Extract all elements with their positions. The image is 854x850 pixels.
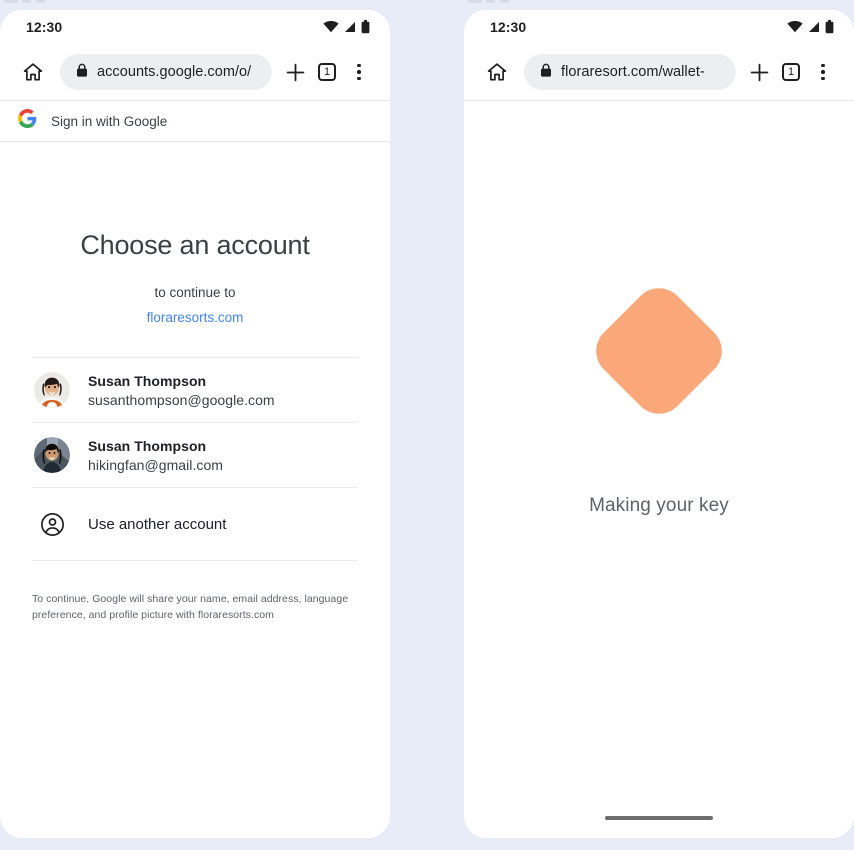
google-signin-label: Sign in with Google <box>51 113 168 129</box>
tab-counter-button[interactable]: 1 <box>312 55 342 89</box>
account-chooser: Choose an account to continue to florare… <box>0 230 390 624</box>
tab-counter-button[interactable]: 1 <box>776 55 806 89</box>
page-title: Choose an account <box>80 230 310 260</box>
account-row-work[interactable]: Susan Thompson susanthompson@google.com <box>32 357 358 423</box>
phone-frame-left: 12:30 accounts.google.com/o/ 1 Sign in w… <box>0 10 390 838</box>
browser-toolbar-left: accounts.google.com/o/ 1 <box>0 44 390 100</box>
lock-icon <box>76 63 88 82</box>
home-indicator <box>605 816 713 820</box>
use-another-account-label: Use another account <box>88 515 227 533</box>
account-text: Susan Thompson susanthompson@google.com <box>88 373 275 408</box>
browser-toolbar-right: floraresort.com/wallet- 1 <box>464 44 854 100</box>
screenshot-stage: 12:30 accounts.google.com/o/ 1 Sign in w… <box>0 0 854 850</box>
key-diamond-graphic <box>585 277 733 425</box>
wallet-status-text: Making your key <box>589 495 729 516</box>
account-list: Susan Thompson susanthompson@google.com <box>32 357 358 561</box>
home-icon[interactable] <box>480 55 514 89</box>
use-another-account-row[interactable]: Use another account <box>32 488 358 561</box>
account-name: Susan Thompson <box>88 372 207 389</box>
account-name: Susan Thompson <box>88 437 207 454</box>
status-bar-left: 12:30 <box>0 10 390 44</box>
status-time: 12:30 <box>26 19 63 35</box>
account-row-personal[interactable]: Susan Thompson hikingfan@gmail.com <box>32 423 358 488</box>
wifi-icon <box>323 21 339 33</box>
status-icons <box>787 20 834 34</box>
omnibox-left[interactable]: accounts.google.com/o/ <box>60 54 272 90</box>
signal-icon <box>808 21 820 33</box>
status-bar-right: 12:30 <box>464 10 854 44</box>
battery-icon <box>825 20 834 34</box>
google-signin-header: Sign in with Google <box>0 100 390 142</box>
status-icons <box>323 20 370 34</box>
signal-icon <box>344 21 356 33</box>
plus-icon[interactable] <box>280 55 310 89</box>
continue-domain: floraresorts.com <box>146 310 244 325</box>
account-email: susanthompson@google.com <box>88 391 275 408</box>
avatar-photo-susan-work <box>34 372 70 408</box>
wallet-key-screen: Making your key <box>464 100 854 838</box>
account-text: Susan Thompson hikingfan@gmail.com <box>88 438 223 473</box>
lock-icon <box>540 63 552 82</box>
tab-count: 1 <box>318 63 336 81</box>
continue-subtitle: to continue to <box>154 285 236 300</box>
cutoff-ghost-strip <box>0 0 854 6</box>
account-circle-icon <box>34 506 70 542</box>
consent-footer: To continue, Google will share your name… <box>32 593 349 622</box>
omnibox-right[interactable]: floraresort.com/wallet- <box>524 54 736 90</box>
url-text: floraresort.com/wallet- <box>561 64 705 80</box>
more-vertical-icon[interactable] <box>344 55 374 89</box>
battery-icon <box>361 20 370 34</box>
wifi-icon <box>787 21 803 33</box>
avatar-photo-susan-personal <box>34 437 70 473</box>
plus-icon[interactable] <box>744 55 774 89</box>
home-icon[interactable] <box>16 55 50 89</box>
google-g-icon <box>18 109 37 133</box>
url-text: accounts.google.com/o/ <box>97 64 252 80</box>
tab-count: 1 <box>782 63 800 81</box>
phone-frame-right: 12:30 floraresort.com/wallet- 1 Making y… <box>464 10 854 838</box>
status-time: 12:30 <box>490 19 527 35</box>
account-email: hikingfan@gmail.com <box>88 456 223 473</box>
more-vertical-icon[interactable] <box>808 55 838 89</box>
